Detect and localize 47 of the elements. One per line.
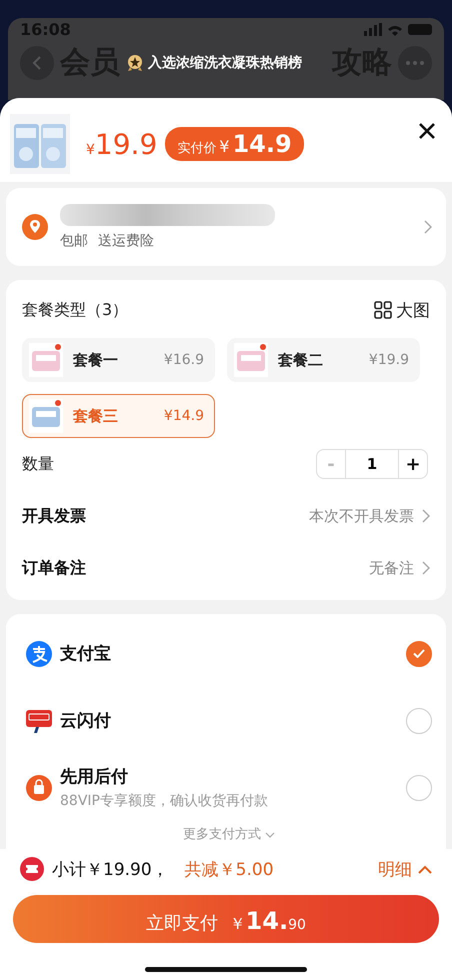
radio-button[interactable]: [406, 640, 432, 666]
chevron-down-icon: [265, 832, 276, 838]
payment-method-name: 先用后付: [60, 766, 129, 788]
alipay-icon: [26, 640, 52, 666]
package-option[interactable]: 套餐一 ¥16.9: [22, 338, 215, 382]
payment-note: 88VIP专享额度，确认收货再付款: [60, 792, 269, 810]
radio-button[interactable]: [406, 708, 432, 734]
chevron-right-icon[interactable]: [422, 561, 430, 575]
actual-price-badge: 实付价 ¥14.9: [165, 127, 304, 161]
medal-icon: [126, 54, 144, 72]
wifi-icon: [388, 24, 402, 36]
option-value[interactable]: 本次不开具发票: [309, 506, 414, 526]
product-price: ¥19.9: [86, 128, 158, 160]
discount-text: 共减￥5.00: [184, 858, 274, 880]
details-toggle[interactable]: 明细: [378, 858, 432, 880]
shipping-tag: 送运费险: [98, 232, 154, 250]
shipping-tag: 包邮: [60, 232, 88, 250]
battery-icon: [408, 24, 432, 35]
check-icon: [413, 649, 425, 658]
package-type-title: 套餐类型（3）: [22, 300, 128, 320]
option-label: 订单备注: [22, 558, 87, 578]
close-icon[interactable]: [418, 122, 436, 140]
radio-button[interactable]: [406, 774, 432, 800]
ranking-banner[interactable]: 入选浓缩洗衣凝珠热销榜: [126, 54, 302, 72]
subtotal-text: 小计￥19.90，: [52, 858, 169, 880]
coupon-icon: [20, 857, 44, 881]
more-button[interactable]: [398, 46, 432, 80]
chevron-right-icon[interactable]: [424, 220, 432, 234]
unionpay-icon: [26, 708, 52, 734]
chevron-right-icon[interactable]: [422, 509, 430, 523]
location-icon: [22, 214, 48, 240]
more-icon: [406, 61, 424, 65]
package-option[interactable]: 套餐二 ¥19.9: [227, 338, 420, 382]
pay-now-button[interactable]: 立即支付 ￥14.90: [13, 895, 439, 943]
more-payment-methods-link[interactable]: 更多支付方式: [26, 821, 432, 849]
option-value[interactable]: 无备注: [369, 558, 414, 578]
quantity-label: 数量: [22, 454, 55, 474]
signal-icon: [364, 23, 382, 36]
option-label: 开具发票: [22, 506, 87, 526]
back-icon: [32, 55, 42, 71]
back-button[interactable]: [20, 46, 54, 80]
chevron-up-icon: [418, 864, 432, 874]
payment-method-name: 云闪付: [60, 710, 112, 732]
package-option[interactable]: 套餐三 ¥14.9: [22, 394, 215, 438]
large-view-toggle[interactable]: 大图: [374, 298, 430, 322]
grid-icon: [374, 301, 392, 319]
payment-method-name: 支付宝: [60, 643, 112, 665]
